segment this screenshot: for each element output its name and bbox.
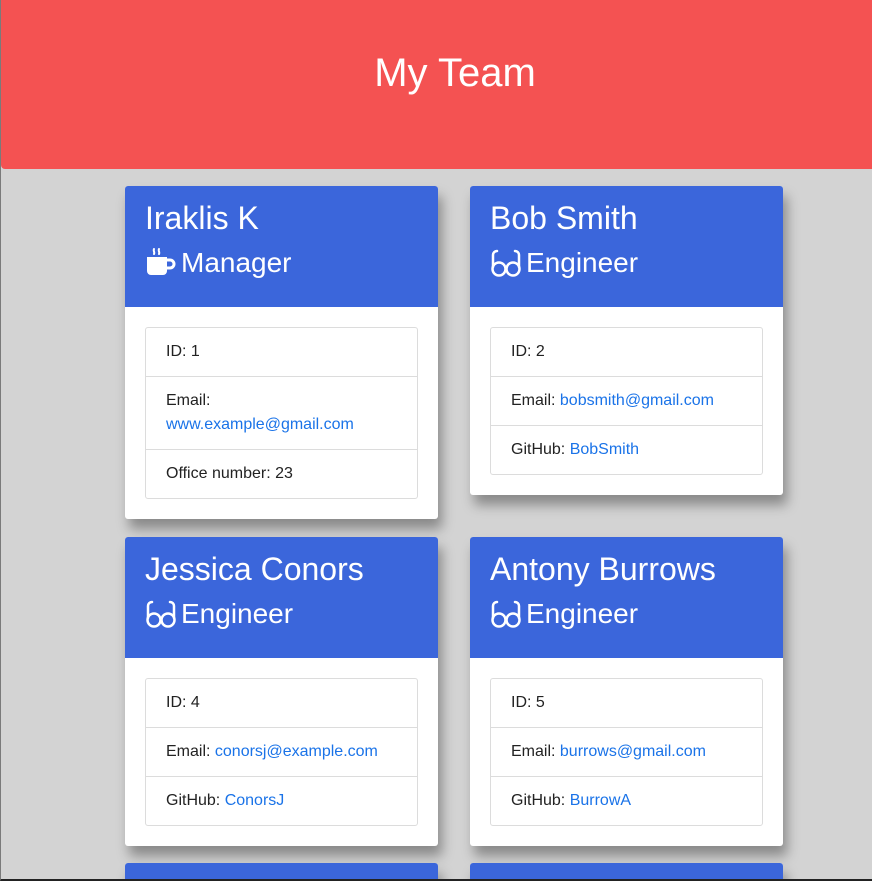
github-link[interactable]: BurrowA	[570, 792, 631, 809]
role-label: Engineer	[181, 598, 294, 629]
card-body: ID: 2 Email: bobsmith@gmail.com GitHub: …	[470, 307, 783, 495]
employee-name: Antony Burrows	[490, 551, 716, 587]
id-value: 2	[535, 343, 545, 360]
glasses-icon	[146, 600, 176, 628]
email-item: Email: burrows@gmail.com	[491, 727, 762, 776]
team-header: My Team	[1, 0, 872, 169]
github-item: GitHub: BurrowA	[491, 776, 762, 825]
employee-card: Jessica Conors Engineer ID: 4 Email: con…	[125, 537, 438, 846]
employee-card: Antony Burrows Engineer ID: 5 Email: bur…	[470, 537, 783, 846]
email-link[interactable]: burrows@gmail.com	[560, 743, 706, 760]
detail-list: ID: 1 Email: www.example@gmail.com Offic…	[145, 327, 418, 499]
email-item: Email: www.example@gmail.com	[146, 376, 417, 449]
github-link[interactable]: BobSmith	[570, 441, 639, 458]
role-label: Engineer	[526, 598, 639, 629]
github-label: GitHub:	[511, 792, 570, 809]
email-link[interactable]: conorsj@example.com	[215, 743, 378, 760]
employee-name: Iraklis K	[145, 200, 259, 236]
employee-card-partial	[125, 863, 438, 879]
email-label: Email:	[511, 392, 560, 409]
employee-card: Bob Smith Engineer ID: 2 Email: bobsmith…	[470, 186, 783, 495]
email-item: Email: conorsj@example.com	[146, 727, 417, 776]
glasses-icon	[491, 249, 521, 277]
id-value: 1	[190, 343, 200, 360]
coffee-icon	[147, 248, 176, 275]
card-header	[125, 863, 438, 879]
employee-role: Engineer	[490, 597, 763, 631]
role-label: Manager	[181, 247, 292, 278]
id-label: ID:	[166, 343, 191, 360]
id-label: ID:	[166, 694, 191, 711]
detail-list: ID: 4 Email: conorsj@example.com GitHub:…	[145, 678, 418, 826]
employee-card: Iraklis K Manager ID: 1 Email: www.examp…	[125, 186, 438, 519]
email-link[interactable]: bobsmith@gmail.com	[560, 392, 714, 409]
page: My Team Iraklis K Manager ID: 1 Email: w…	[0, 0, 872, 881]
page-title: My Team	[374, 51, 536, 95]
card-header: Jessica Conors Engineer	[125, 537, 438, 658]
detail-list: ID: 2 Email: bobsmith@gmail.com GitHub: …	[490, 327, 763, 475]
card-header: Iraklis K Manager	[125, 186, 438, 307]
email-item: Email: bobsmith@gmail.com	[491, 376, 762, 425]
card-body: ID: 4 Email: conorsj@example.com GitHub:…	[125, 658, 438, 846]
id-item: ID: 5	[491, 679, 762, 727]
github-item: GitHub: ConorsJ	[146, 776, 417, 825]
id-item: ID: 4	[146, 679, 417, 727]
id-label: ID:	[511, 343, 536, 360]
card-body: ID: 1 Email: www.example@gmail.com Offic…	[125, 307, 438, 519]
office-value: 23	[275, 465, 293, 482]
employee-role: Engineer	[145, 597, 418, 631]
card-header: Bob Smith Engineer	[470, 186, 783, 307]
email-link[interactable]: www.example@gmail.com	[166, 416, 354, 433]
role-label: Engineer	[526, 247, 639, 278]
id-item: ID: 2	[491, 328, 762, 376]
email-label: Email:	[511, 743, 560, 760]
employee-name: Jessica Conors	[145, 551, 364, 587]
card-header	[470, 863, 783, 879]
github-item: GitHub: BobSmith	[491, 425, 762, 474]
card-body: ID: 5 Email: burrows@gmail.com GitHub: B…	[470, 658, 783, 846]
employee-name: Bob Smith	[490, 200, 638, 236]
id-item: ID: 1	[146, 328, 417, 376]
github-label: GitHub:	[511, 441, 570, 458]
office-label: Office number:	[166, 465, 276, 482]
email-label: Email:	[166, 392, 211, 409]
id-value: 4	[190, 694, 200, 711]
employee-role: Manager	[145, 246, 418, 280]
github-link[interactable]: ConorsJ	[225, 792, 285, 809]
github-label: GitHub:	[166, 792, 225, 809]
id-label: ID:	[511, 694, 536, 711]
card-header: Antony Burrows Engineer	[470, 537, 783, 658]
id-value: 5	[535, 694, 545, 711]
email-label: Email:	[166, 743, 215, 760]
employee-card-partial	[470, 863, 783, 879]
detail-list: ID: 5 Email: burrows@gmail.com GitHub: B…	[490, 678, 763, 826]
office-item: Office number: 23	[146, 449, 417, 498]
employee-role: Engineer	[490, 246, 763, 280]
glasses-icon	[491, 600, 521, 628]
